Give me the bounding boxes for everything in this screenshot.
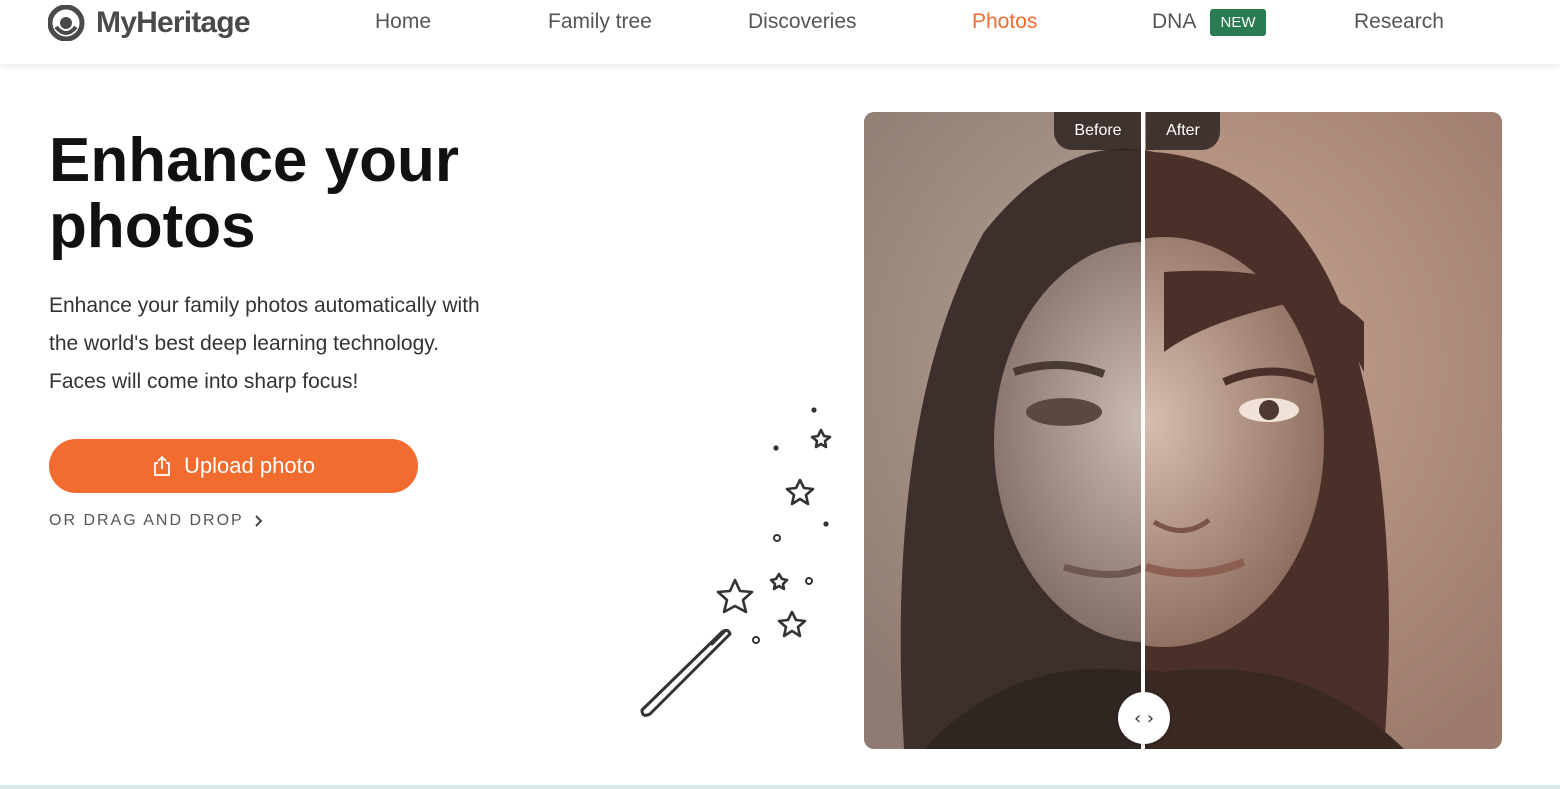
description-line-3: Faces will come into sharp focus! [49,370,359,393]
after-label: After [1146,112,1220,150]
myheritage-logo-icon [48,5,85,41]
nav-dna[interactable]: DNA [1152,10,1196,34]
before-label: Before [1054,112,1142,150]
drag-and-drop-link[interactable]: OR DRAG AND DROP [49,512,264,530]
section-divider [0,785,1560,789]
nav-research[interactable]: Research [1354,10,1444,34]
drag-and-drop-label: OR DRAG AND DROP [49,512,244,529]
star-small-2 [769,572,789,591]
star-large [716,578,754,614]
star-small-1 [810,428,832,449]
portrait-image [864,112,1502,749]
magic-wand-icon [640,407,832,717]
nav-discoveries[interactable]: Discoveries [748,10,857,34]
nav-photos[interactable]: Photos [972,10,1037,34]
nav-family-tree[interactable]: Family tree [548,10,652,34]
dna-new-badge: NEW [1210,9,1266,36]
description-line-2: the world's best deep learning technolog… [49,332,440,355]
star-mid-2 [777,610,807,638]
star-mid-1 [785,478,815,506]
logo-text: MyHeritage [96,6,251,39]
description-line-1: Enhance your family photos automatically… [49,294,480,317]
myheritage-logo[interactable]: MyHeritage [48,5,251,41]
chevron-right-icon [254,515,263,527]
title-line-1: Enhance your [49,126,459,195]
top-nav-bar: MyHeritage Home Family tree Discoveries … [0,0,1560,64]
upload-photo-label: Upload photo [184,453,315,478]
comparison-divider[interactable] [1141,112,1145,749]
before-after-photo[interactable]: Before After ‹ › [864,112,1502,749]
page-title: Enhance your photos [49,128,529,260]
slider-handle-icon[interactable]: ‹ › [1118,692,1170,744]
title-line-2: photos [49,192,256,261]
nav-home[interactable]: Home [375,10,431,34]
hero-description: Enhance your family photos automatically… [49,287,559,401]
upload-photo-button[interactable]: Upload photo [49,439,418,493]
upload-icon [154,455,170,476]
